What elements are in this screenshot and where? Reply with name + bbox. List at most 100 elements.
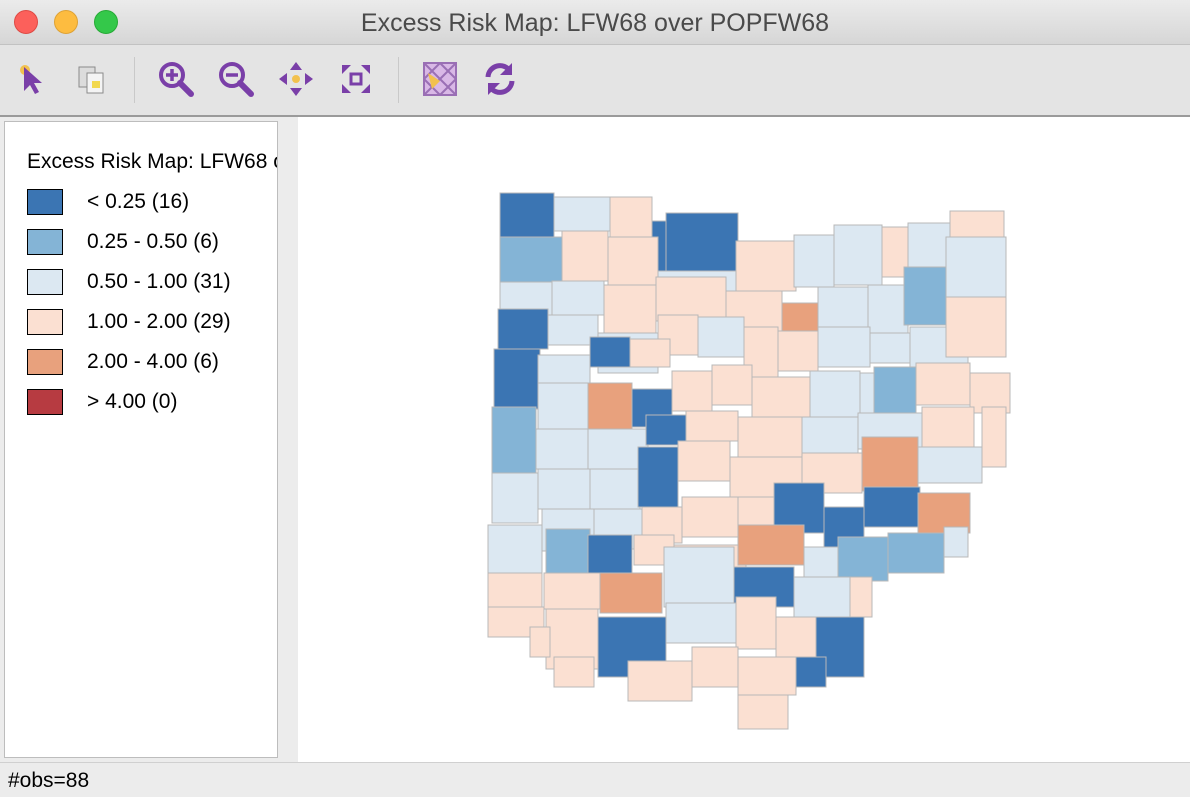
zoom-out-icon [219,62,254,97]
county-polygon[interactable] [793,234,835,288]
legend-label: < 0.25 (16) [87,190,190,213]
legend-item[interactable]: 0.25 - 0.50 (6) [27,227,219,257]
county-polygon[interactable] [793,576,851,618]
county-polygon[interactable] [537,354,591,384]
county-polygon[interactable] [837,536,889,582]
county-polygon[interactable] [697,316,745,358]
pan-button[interactable] [276,59,316,99]
county-polygon[interactable] [869,332,911,364]
county-polygon[interactable] [603,284,657,334]
county-polygon[interactable] [921,406,975,448]
county-polygon[interactable] [737,524,805,566]
fit-extent-button[interactable] [336,59,376,99]
county-polygon[interactable] [737,416,803,458]
county-polygon[interactable] [537,382,593,430]
county-polygon[interactable] [861,436,919,492]
panel-splitter[interactable] [280,121,298,758]
legend-label: > 4.00 (0) [87,390,178,413]
county-polygon[interactable] [627,660,693,702]
county-polygon[interactable] [487,572,543,608]
observation-count: #obs=88 [8,769,90,792]
window-title: Excess Risk Map: LFW68 over POPFW68 [360,9,830,37]
legend-swatch [27,389,63,415]
county-polygon[interactable] [945,236,1007,298]
county-polygon[interactable] [589,468,641,510]
legend-item[interactable]: > 4.00 (0) [27,387,177,417]
county-polygon[interactable] [587,534,633,580]
county-polygon[interactable] [867,284,909,334]
county-polygon[interactable] [917,446,983,484]
county-polygon[interactable] [491,472,539,524]
county-polygon[interactable] [907,222,951,274]
county-polygon[interactable] [535,428,589,470]
county-polygon[interactable] [499,236,563,283]
selection-mode-button[interactable] [420,59,460,99]
county-polygon[interactable] [493,348,541,410]
county-polygon[interactable] [609,196,653,238]
county-polygon[interactable] [943,526,969,558]
county-polygon[interactable] [735,240,797,292]
county-polygon[interactable] [915,362,971,406]
refresh-button[interactable] [480,59,520,99]
county-polygon[interactable] [543,572,601,610]
county-polygon[interactable] [551,280,605,316]
county-polygon[interactable] [491,406,537,474]
selection-mode-icon [423,62,457,96]
county-polygon[interactable] [833,224,883,286]
county-polygon[interactable] [665,602,741,644]
county-polygon[interactable] [561,230,609,282]
select-tool-button[interactable] [12,59,52,99]
county-polygon[interactable] [945,296,1007,358]
legend-label: 0.50 - 1.00 (31) [87,270,231,293]
legend-swatch [27,189,63,215]
legend-item[interactable]: 1.00 - 2.00 (29) [27,307,231,337]
county-polygon[interactable] [607,236,659,286]
county-polygon[interactable] [499,192,555,239]
county-polygon[interactable] [751,376,811,418]
county-polygon[interactable] [863,486,921,528]
county-polygon[interactable] [801,416,859,454]
county-polygon[interactable] [817,286,869,332]
county-polygon[interactable] [637,446,679,508]
zoom-in-button[interactable] [156,59,196,99]
county-polygon[interactable] [809,370,861,418]
county-polygon[interactable] [587,382,633,430]
zoom-in-icon [159,62,194,97]
legend-item[interactable]: 2.00 - 4.00 (6) [27,347,219,377]
county-polygon[interactable] [487,524,543,574]
county-polygon[interactable] [849,576,873,618]
county-polygon[interactable] [981,406,1007,468]
county-polygon[interactable] [553,656,595,688]
county-polygon[interactable] [529,626,551,658]
county-polygon[interactable] [737,694,789,730]
county-polygon[interactable] [681,496,739,538]
county-polygon[interactable] [903,266,947,326]
county-polygon[interactable] [537,468,591,510]
county-polygon[interactable] [663,546,735,608]
county-polygon[interactable] [735,596,777,650]
zoom-out-button[interactable] [216,59,256,99]
county-polygon[interactable] [737,656,797,696]
county-polygon[interactable] [677,440,731,482]
county-polygon[interactable] [671,370,713,412]
county-polygon[interactable] [553,196,611,232]
copy-image-button[interactable] [72,59,112,99]
county-polygon[interactable] [655,276,727,322]
map-canvas[interactable] [298,117,1190,762]
county-polygon[interactable] [629,338,671,368]
county-polygon[interactable] [665,212,739,272]
county-polygon[interactable] [599,572,663,614]
county-polygon[interactable] [691,646,739,688]
county-polygon[interactable] [777,330,819,372]
county-polygon[interactable] [887,532,945,574]
legend-item[interactable]: 0.50 - 1.00 (31) [27,267,231,297]
county-polygon[interactable] [795,656,827,688]
county-polygon[interactable] [775,616,817,658]
county-polygon[interactable] [685,410,739,442]
legend-item[interactable]: < 0.25 (16) [27,187,189,217]
county-polygon[interactable] [497,308,549,350]
county-polygon[interactable] [817,326,871,368]
county-polygon[interactable] [589,336,631,368]
county-polygon[interactable] [711,364,753,406]
county-polygon[interactable] [545,528,591,574]
